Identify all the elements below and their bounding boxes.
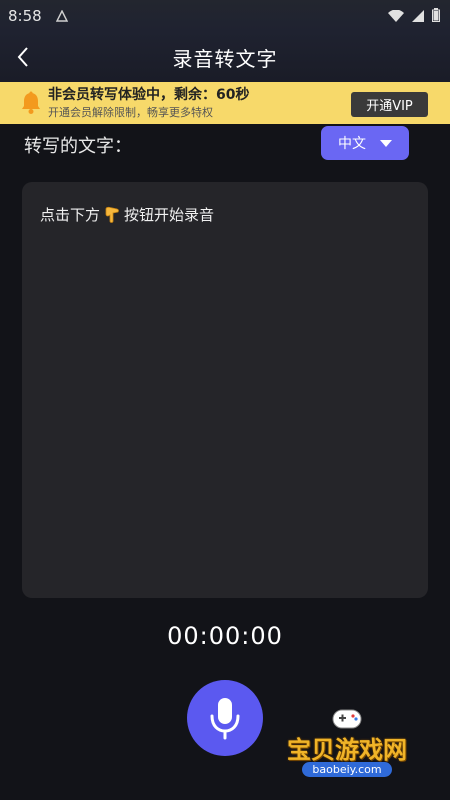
page-title: 录音转文字 (172, 46, 278, 71)
status-left: 8:58 (8, 7, 68, 26)
transcript-prompt: 点击下方 按钮开始录音 (40, 204, 214, 225)
prompt-before: 点击下方 (40, 206, 101, 224)
back-button[interactable] (10, 44, 36, 70)
chevron-left-icon (17, 47, 28, 67)
status-right (388, 7, 440, 26)
signal-icon (412, 7, 424, 26)
pointing-down-hand-icon (102, 205, 122, 225)
notification-icon (55, 7, 68, 26)
bell-icon (20, 91, 42, 115)
battery-icon (432, 7, 440, 26)
language-value: 中文 (338, 136, 366, 152)
app-header: 录音转文字 (0, 32, 450, 82)
open-vip-button[interactable]: 开通VIP (351, 92, 428, 117)
microphone-icon (210, 698, 240, 740)
watermark-url: baobeiy.com (302, 762, 392, 777)
transcript-label: 转写的文字： (24, 136, 132, 157)
record-button[interactable] (187, 680, 263, 756)
status-time: 8:58 (8, 7, 42, 25)
prompt-after: 按钮开始录音 (124, 206, 215, 224)
status-bar: 8:58 (0, 0, 450, 32)
transcript-panel: 点击下方 按钮开始录音 (22, 182, 428, 598)
caret-down-icon (380, 139, 392, 147)
language-select[interactable]: 中文 (321, 126, 409, 160)
banner-text: 非会员转写体验中，剩余：60秒 开通会员解除限制，畅享更多特权 (48, 85, 249, 121)
watermark: 宝贝游戏网 baobeiy.com (272, 700, 422, 790)
wifi-icon (388, 7, 404, 26)
banner-title: 非会员转写体验中，剩余：60秒 (48, 87, 250, 103)
banner-subtitle: 开通会员解除限制，畅享更多特权 (48, 106, 213, 119)
recording-timer: 00:00:00 (167, 622, 283, 650)
watermark-name: 宝贝游戏网 (287, 736, 407, 764)
